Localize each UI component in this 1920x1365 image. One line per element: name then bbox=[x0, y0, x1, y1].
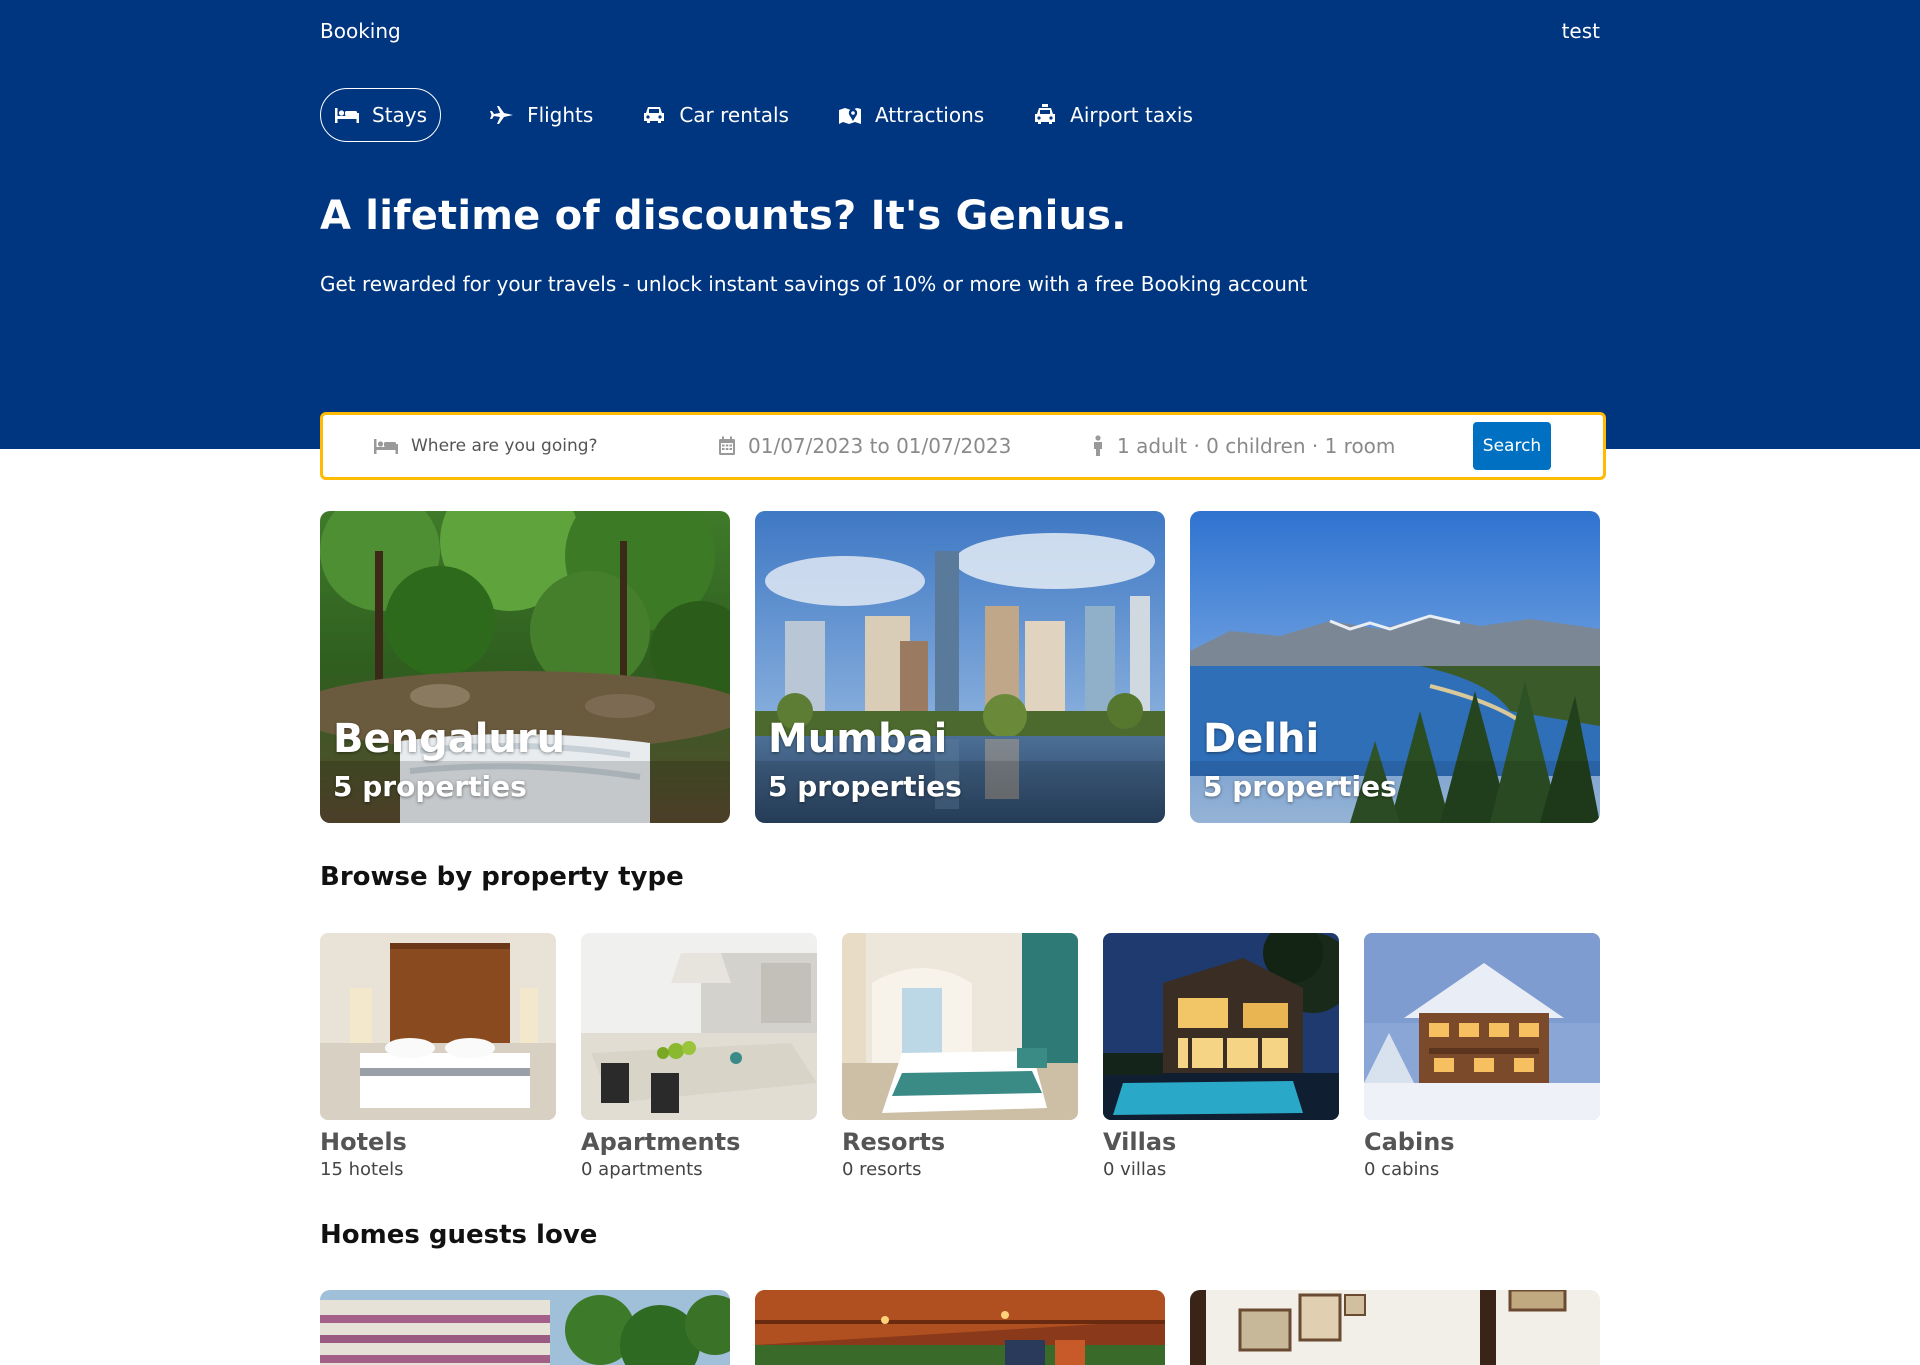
city-card-bengaluru[interactable]: Bengaluru 5 properties bbox=[320, 511, 730, 823]
city-name: Delhi bbox=[1203, 716, 1320, 762]
city-card-delhi[interactable]: Delhi 5 properties bbox=[1190, 511, 1600, 823]
person-icon bbox=[1091, 435, 1105, 457]
city-property-count: 5 properties bbox=[333, 770, 527, 803]
nav-airport-taxis-label: Airport taxis bbox=[1070, 103, 1193, 127]
home-card[interactable] bbox=[320, 1290, 730, 1365]
home-image bbox=[755, 1290, 1165, 1365]
home-image bbox=[1190, 1290, 1600, 1365]
plane-icon bbox=[489, 104, 515, 126]
nav-attractions[interactable]: Attractions bbox=[837, 88, 984, 142]
destination-field[interactable] bbox=[373, 415, 663, 477]
bed-icon bbox=[373, 436, 399, 456]
city-name: Mumbai bbox=[768, 716, 948, 762]
guests-field[interactable]: 1 adult · 0 children · 1 room bbox=[1091, 415, 1421, 477]
property-type-heading: Browse by property type bbox=[320, 862, 684, 892]
homes-guests-love-list bbox=[320, 1290, 1600, 1365]
apartment-kitchen-image bbox=[581, 933, 817, 1120]
car-icon bbox=[641, 104, 667, 126]
property-type-villas[interactable]: Villas 0 villas bbox=[1103, 933, 1339, 1180]
city-property-count: 5 properties bbox=[768, 770, 962, 803]
property-type-resorts[interactable]: Resorts 0 resorts bbox=[842, 933, 1078, 1180]
city-name: Bengaluru bbox=[333, 716, 566, 762]
nav-flights[interactable]: Flights bbox=[489, 88, 593, 142]
date-range-field[interactable]: 01/07/2023 to 01/07/2023 bbox=[718, 415, 1038, 477]
homes-guests-love-heading: Homes guests love bbox=[320, 1220, 598, 1250]
nav-airport-taxis[interactable]: Airport taxis bbox=[1032, 88, 1193, 142]
cabin-snow-image bbox=[1364, 933, 1600, 1120]
home-image bbox=[320, 1290, 730, 1365]
property-type-name: Cabins bbox=[1364, 1128, 1455, 1156]
featured-cities: Bengaluru 5 properties Mumbai 5 properti… bbox=[320, 511, 1600, 823]
bed-icon bbox=[334, 104, 360, 126]
property-type-name: Apartments bbox=[581, 1128, 741, 1156]
property-type-count: 0 villas bbox=[1103, 1159, 1167, 1180]
property-type-count: 0 cabins bbox=[1364, 1159, 1440, 1180]
property-type-count: 0 resorts bbox=[842, 1159, 922, 1180]
main-nav: Stays Flights Car rentals Attractions Ai… bbox=[320, 88, 1241, 142]
property-type-name: Resorts bbox=[842, 1128, 946, 1156]
brand-logo[interactable]: Booking bbox=[320, 19, 401, 43]
hotel-room-image bbox=[320, 933, 556, 1120]
nav-flights-label: Flights bbox=[527, 103, 594, 127]
villa-night-image bbox=[1103, 933, 1339, 1120]
property-type-list: Hotels 15 hotels Apartments 0 apartments bbox=[320, 933, 1600, 1180]
guests-value: 1 adult · 0 children · 1 room bbox=[1117, 434, 1396, 458]
property-type-name: Hotels bbox=[320, 1128, 407, 1156]
calendar-icon bbox=[718, 436, 736, 456]
nav-stays[interactable]: Stays bbox=[320, 88, 442, 142]
nav-stays-label: Stays bbox=[372, 103, 428, 127]
property-type-count: 0 apartments bbox=[581, 1159, 703, 1180]
map-pin-icon bbox=[837, 104, 863, 126]
nav-attractions-label: Attractions bbox=[874, 103, 985, 127]
nav-car-rentals[interactable]: Car rentals bbox=[641, 88, 789, 142]
city-property-count: 5 properties bbox=[1203, 770, 1397, 803]
property-type-name: Villas bbox=[1103, 1128, 1177, 1156]
hero-headline: A lifetime of discounts? It's Genius. bbox=[320, 193, 1127, 239]
city-card-mumbai[interactable]: Mumbai 5 properties bbox=[755, 511, 1165, 823]
property-type-count: 15 hotels bbox=[320, 1159, 404, 1180]
destination-input[interactable] bbox=[411, 436, 641, 456]
resort-room-image bbox=[842, 933, 1078, 1120]
hero-subline: Get rewarded for your travels - unlock i… bbox=[320, 272, 1308, 296]
date-range-value: 01/07/2023 to 01/07/2023 bbox=[748, 434, 1012, 458]
property-type-hotels[interactable]: Hotels 15 hotels bbox=[320, 933, 556, 1180]
home-card[interactable] bbox=[755, 1290, 1165, 1365]
property-type-apartments[interactable]: Apartments 0 apartments bbox=[581, 933, 817, 1180]
property-type-cabins[interactable]: Cabins 0 cabins bbox=[1364, 933, 1600, 1180]
search-button[interactable]: Search bbox=[1473, 422, 1551, 470]
user-account[interactable]: test bbox=[1548, 19, 1600, 43]
home-card[interactable] bbox=[1190, 1290, 1600, 1365]
taxi-icon bbox=[1032, 104, 1058, 126]
search-bar: 01/07/2023 to 01/07/2023 1 adult · 0 chi… bbox=[320, 412, 1606, 480]
nav-car-rentals-label: Car rentals bbox=[679, 103, 789, 127]
